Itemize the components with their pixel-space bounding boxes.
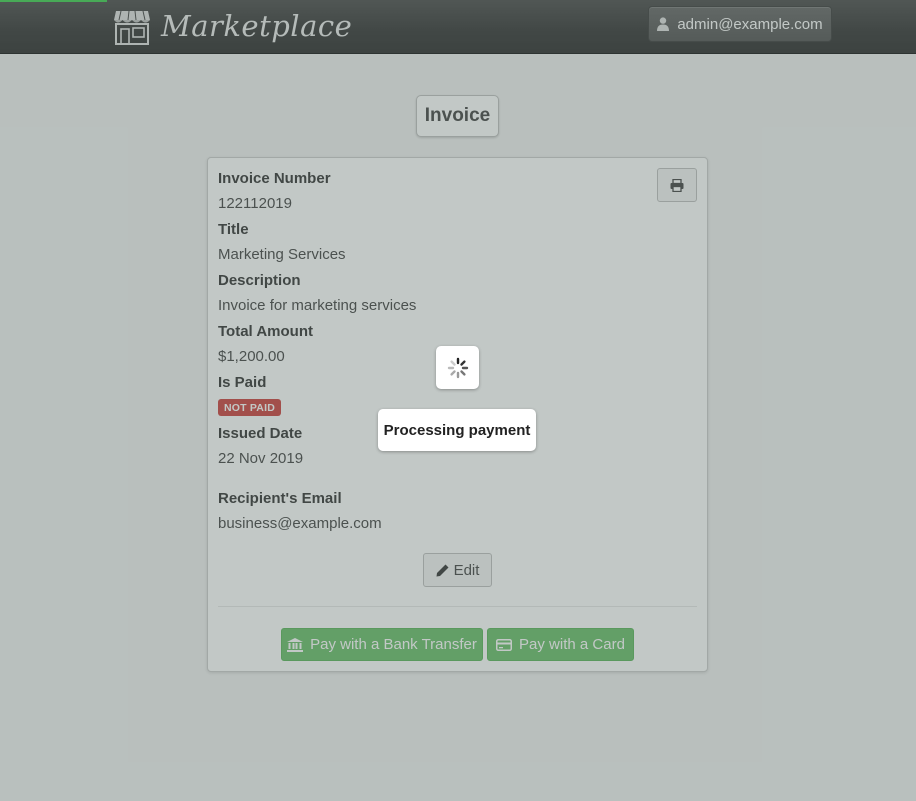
processing-message: Processing payment [378,409,536,451]
loading-spinner [436,346,479,389]
spinner-icon [447,357,468,378]
loading-overlay [0,0,916,801]
